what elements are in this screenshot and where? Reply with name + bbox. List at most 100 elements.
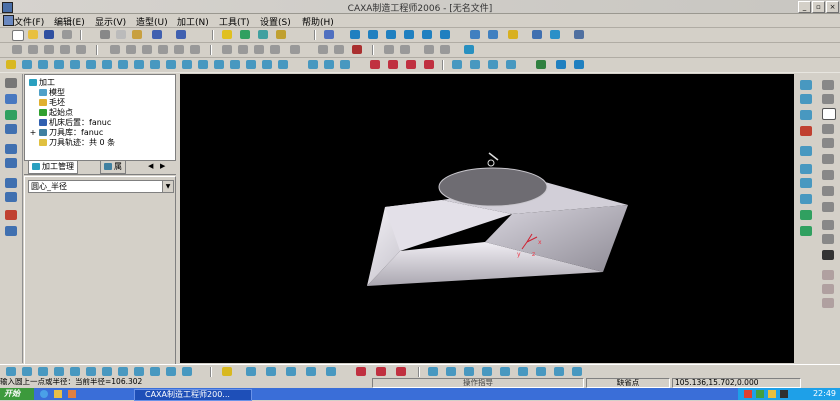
taskbar-caxa-window[interactable]: CAXA制造工程师200... — [134, 389, 252, 401]
plane-xy-icon[interactable] — [384, 45, 394, 54]
path-1-icon[interactable] — [246, 367, 256, 376]
hatch-icon[interactable] — [488, 60, 498, 69]
cut-extrude-icon[interactable] — [70, 60, 80, 69]
plane-yz-icon[interactable] — [400, 45, 410, 54]
zoom-all-icon[interactable] — [422, 30, 432, 39]
curve-intersect-icon[interactable] — [388, 60, 398, 69]
start-button[interactable]: 开始 — [0, 388, 34, 400]
offset-icon[interactable] — [110, 45, 120, 54]
view-back-icon[interactable] — [22, 367, 32, 376]
join-curve-icon[interactable] — [822, 298, 834, 308]
copy-icon[interactable] — [116, 30, 126, 39]
zoom-in-icon[interactable] — [386, 30, 396, 39]
curve-blend-icon[interactable] — [424, 60, 434, 69]
extrude-icon[interactable] — [6, 60, 16, 69]
sketch-icon[interactable] — [352, 45, 362, 54]
render-icon[interactable] — [240, 30, 250, 39]
perpendicular-icon[interactable] — [800, 226, 812, 236]
cam-4-icon[interactable] — [482, 367, 492, 376]
view-left-icon[interactable] — [38, 367, 48, 376]
zoom-prev-icon[interactable] — [440, 30, 450, 39]
mirror-icon[interactable] — [158, 45, 168, 54]
move-icon[interactable] — [222, 45, 232, 54]
arc-tool-icon[interactable] — [28, 45, 38, 54]
view-bottom-icon[interactable] — [86, 367, 96, 376]
measure-icon[interactable] — [318, 45, 328, 54]
line-icon[interactable] — [822, 80, 834, 90]
curve-offset-icon[interactable] — [406, 60, 416, 69]
cam-9-icon[interactable] — [572, 367, 582, 376]
restore-button[interactable]: ▫ — [812, 1, 825, 13]
view-hidden-icon[interactable] — [150, 367, 160, 376]
path-2-icon[interactable] — [266, 367, 276, 376]
scale-icon[interactable] — [190, 45, 200, 54]
fix-icon[interactable] — [800, 178, 812, 188]
cam-7-icon[interactable] — [536, 367, 546, 376]
linear-pattern-icon[interactable] — [198, 60, 208, 69]
tab-machining[interactable]: 加工管理 — [28, 161, 78, 174]
fillet-curve-icon[interactable] — [822, 220, 834, 230]
fillet-icon[interactable] — [142, 45, 152, 54]
cam-1-icon[interactable] — [428, 367, 438, 376]
view-top-icon[interactable] — [70, 367, 80, 376]
coord-icon[interactable] — [440, 45, 450, 54]
cam-3-icon[interactable] — [464, 367, 474, 376]
path-3-icon[interactable] — [286, 367, 296, 376]
surface-join-icon[interactable] — [340, 60, 350, 69]
circle-tool-icon[interactable] — [60, 45, 70, 54]
pan-icon[interactable] — [470, 30, 480, 39]
path-5-icon[interactable] — [326, 367, 336, 376]
circle-icon[interactable] — [822, 108, 836, 120]
quicklaunch-ie-icon[interactable] — [40, 390, 48, 398]
grid-icon[interactable] — [536, 60, 546, 69]
dim-icon[interactable] — [452, 60, 462, 69]
trim-curve-icon[interactable] — [822, 234, 834, 244]
gcode-icon[interactable] — [5, 178, 17, 188]
save-icon[interactable] — [44, 30, 54, 39]
delete-icon[interactable] — [254, 45, 264, 54]
tab-property[interactable]: 属 — [100, 161, 126, 174]
cam-6-icon[interactable] — [518, 367, 528, 376]
polygon-icon[interactable] — [822, 154, 834, 164]
shell-icon[interactable] — [134, 60, 144, 69]
undo-icon[interactable] — [152, 30, 162, 39]
dim-angle-icon[interactable] — [800, 94, 812, 104]
minimize-button[interactable]: _ — [798, 1, 811, 13]
ortho-icon[interactable] — [574, 60, 584, 69]
extend-icon[interactable] — [270, 45, 280, 54]
tray-ime-icon[interactable] — [780, 390, 788, 398]
mirror-feature-icon[interactable] — [230, 60, 240, 69]
layer-icon[interactable] — [532, 30, 542, 39]
open-file-icon[interactable] — [28, 30, 38, 39]
boolean-icon[interactable] — [246, 60, 256, 69]
split-icon[interactable] — [278, 60, 288, 69]
redo-icon[interactable] — [176, 30, 186, 39]
sweep-icon[interactable] — [38, 60, 48, 69]
draft-icon[interactable] — [150, 60, 160, 69]
toolpath-icon[interactable] — [5, 144, 17, 154]
revolve-icon[interactable] — [22, 60, 32, 69]
loft-icon[interactable] — [54, 60, 64, 69]
equal-icon[interactable] — [800, 194, 812, 204]
filter-icon[interactable] — [258, 30, 268, 39]
sim-icon[interactable] — [222, 367, 232, 376]
symbol-icon[interactable] — [506, 60, 516, 69]
view-iso-icon[interactable] — [102, 367, 112, 376]
3d-viewport[interactable]: x y z — [180, 74, 794, 363]
rotate-icon[interactable] — [488, 30, 498, 39]
hatch-tool-icon[interactable] — [822, 270, 834, 280]
display-icon[interactable] — [574, 30, 584, 39]
ellipse-icon[interactable] — [822, 138, 834, 148]
spline-tool-icon[interactable] — [76, 45, 86, 54]
quicklaunch-app-icon[interactable] — [68, 390, 76, 398]
tray-volume-icon[interactable] — [744, 390, 752, 398]
thicken-icon[interactable] — [262, 60, 272, 69]
hide-icon[interactable] — [550, 30, 560, 39]
curve-3-icon[interactable] — [396, 367, 406, 376]
circle-mode-select[interactable]: 圆心_半径 ▼ — [28, 180, 174, 193]
rect-tool-icon[interactable] — [44, 45, 54, 54]
view-front-icon[interactable] — [6, 367, 16, 376]
text-tool-icon[interactable] — [822, 250, 834, 260]
break-icon[interactable] — [290, 45, 300, 54]
tray-app-icon[interactable] — [768, 390, 776, 398]
